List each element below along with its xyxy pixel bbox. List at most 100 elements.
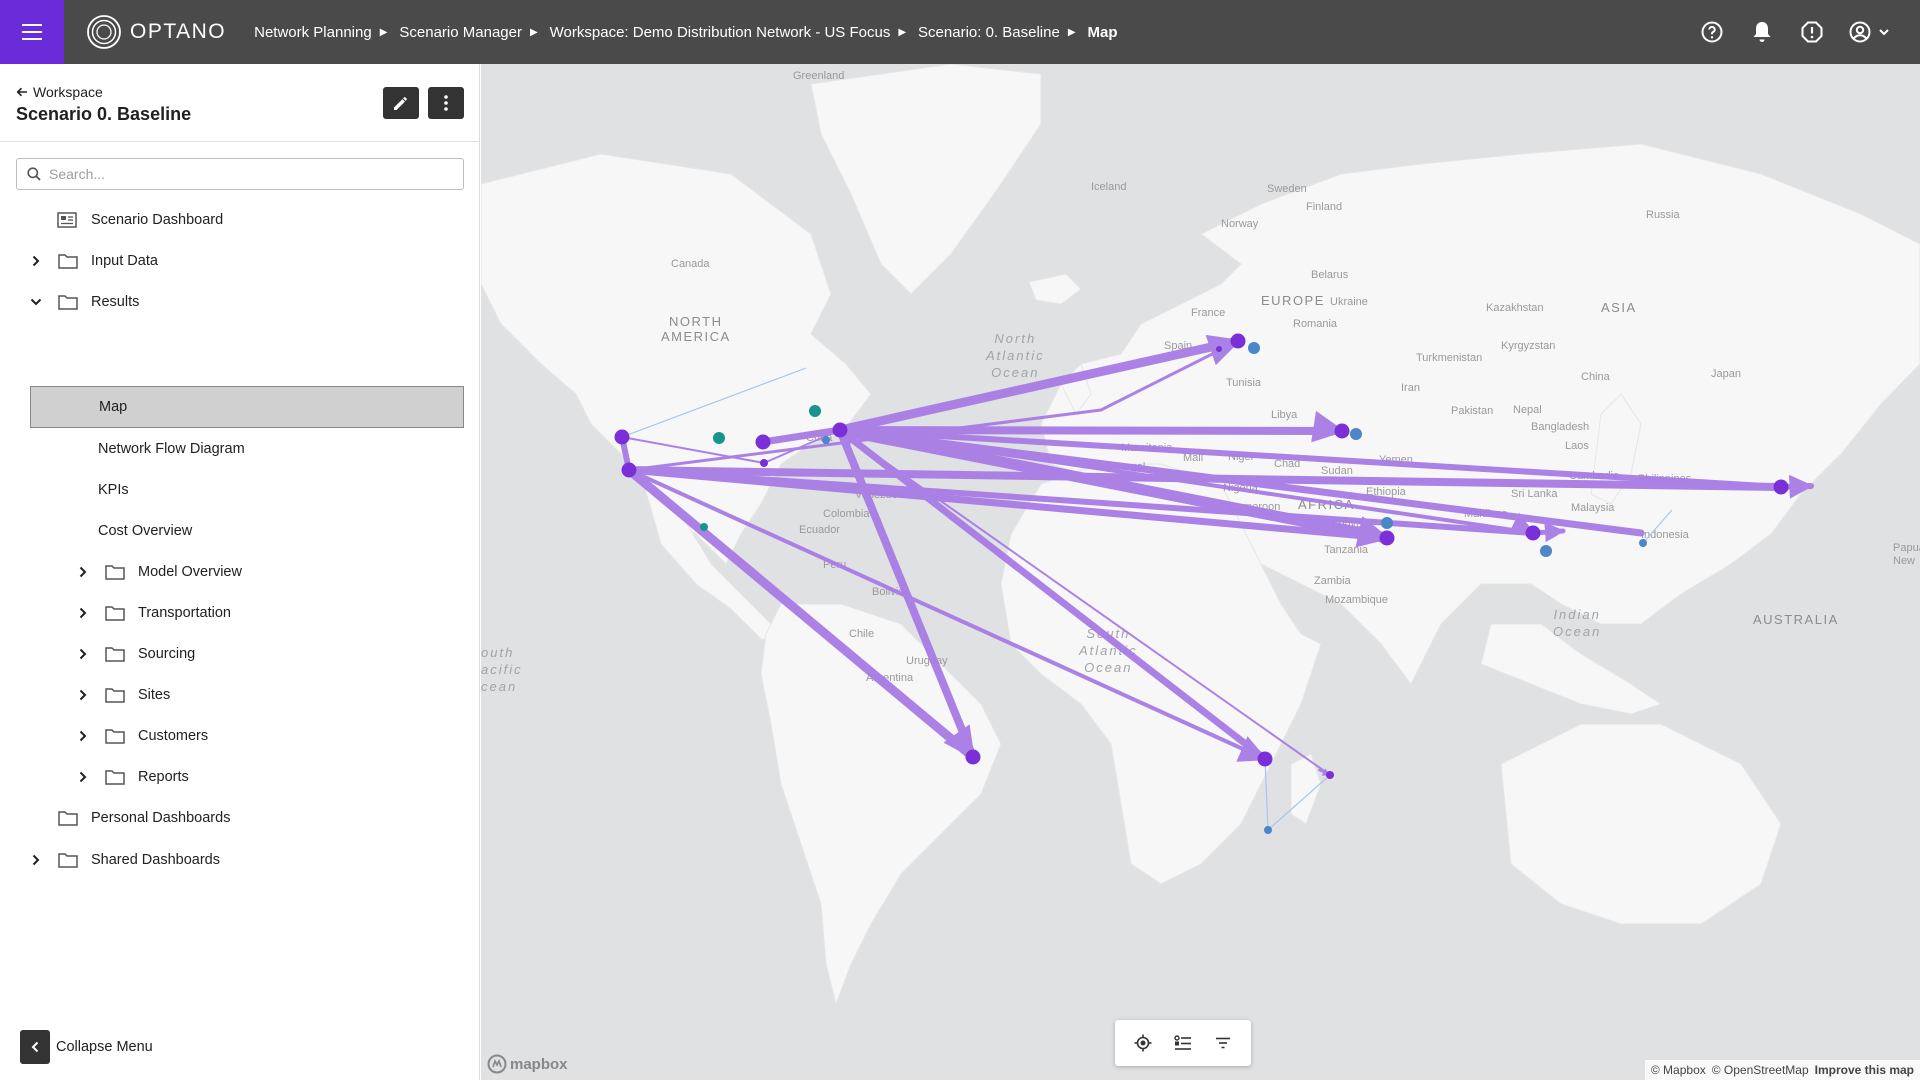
flow-line[interactable] — [1267, 774, 1331, 831]
tree-item-transportation[interactable]: Transportation — [76, 593, 231, 633]
folder-icon — [104, 604, 126, 622]
breadcrumb-separator-icon: ▶ — [529, 26, 538, 38]
bell-icon[interactable] — [1748, 18, 1776, 46]
tree-item-results[interactable]: Results — [29, 282, 139, 322]
warehouse-marker[interactable] — [1350, 428, 1362, 440]
map-toolbar — [1115, 1020, 1251, 1066]
edit-button[interactable] — [383, 87, 419, 119]
plant-marker[interactable] — [1326, 771, 1334, 779]
chevron-right-icon[interactable] — [76, 606, 90, 620]
folder-icon — [57, 252, 79, 270]
flow-line[interactable] — [621, 436, 765, 464]
tree-item-sites[interactable]: Sites — [76, 675, 170, 715]
breadcrumb-scenario[interactable]: Scenario: 0. Baseline — [918, 24, 1060, 41]
warehouse-marker[interactable] — [822, 436, 830, 444]
attribution-mapbox-link[interactable]: © Mapbox — [1651, 1063, 1706, 1077]
folder-icon — [104, 563, 126, 581]
search-field[interactable] — [16, 158, 464, 190]
collapse-menu-button[interactable]: Collapse Menu — [20, 1030, 153, 1064]
supplier-marker[interactable] — [713, 432, 725, 444]
chevron-right-icon[interactable] — [76, 647, 90, 661]
tree-item-shared-dashboards[interactable]: Shared Dashboards — [29, 840, 220, 880]
tree-item-scenario-dashboard[interactable]: Scenario Dashboard — [56, 200, 223, 240]
locate-icon[interactable] — [1129, 1029, 1157, 1057]
plant-marker[interactable] — [1216, 346, 1222, 352]
back-label: Workspace — [33, 84, 103, 100]
map-canvas[interactable]: Greenland Iceland Sweden Finland Norway … — [481, 64, 1920, 1080]
pencil-icon — [394, 97, 407, 110]
chevron-right-icon[interactable] — [76, 770, 90, 784]
warehouse-marker[interactable] — [1248, 342, 1260, 354]
chevron-right-icon[interactable] — [29, 853, 43, 867]
folder-icon — [104, 768, 126, 786]
chevron-right-icon[interactable] — [76, 688, 90, 702]
tree-item-customers[interactable]: Customers — [76, 716, 208, 756]
warehouse-marker[interactable] — [1264, 826, 1272, 834]
attribution-osm-link[interactable]: © OpenStreetMap — [1712, 1063, 1809, 1077]
plant-marker[interactable] — [1230, 333, 1246, 349]
tree-item-map[interactable]: Map — [30, 386, 464, 428]
tree-item-label: Results — [91, 294, 140, 310]
alert-icon[interactable] — [1798, 18, 1826, 46]
more-options-button[interactable] — [428, 87, 464, 119]
flow-network-overlay — [614, 333, 1814, 834]
filter-icon[interactable] — [1209, 1029, 1237, 1057]
folder-icon — [104, 727, 126, 745]
tree-item-input-data[interactable]: Input Data — [29, 241, 158, 281]
tree-item-kpis[interactable]: KPIs — [98, 470, 129, 510]
search-input[interactable] — [49, 166, 449, 182]
folder-icon — [104, 686, 126, 704]
chevron-right-icon[interactable] — [76, 565, 90, 579]
tree-item-label: Transportation — [138, 605, 231, 621]
optano-logo[interactable]: OPTANO — [86, 14, 226, 50]
warehouse-marker[interactable] — [1639, 539, 1647, 547]
flow-line[interactable] — [1264, 758, 1269, 831]
flow-line[interactable] — [624, 465, 978, 762]
tree-item-personal-dashboards[interactable]: Personal Dashboards — [57, 798, 230, 838]
tree-item-label: Scenario Dashboard — [91, 212, 224, 228]
more-vert-icon — [444, 95, 448, 111]
tree-item-label: Input Data — [91, 253, 158, 269]
tree-item-label: Customers — [138, 728, 209, 744]
supplier-marker[interactable] — [700, 523, 708, 531]
menu-icon[interactable] — [0, 0, 64, 64]
supplier-marker[interactable] — [809, 405, 821, 417]
warehouse-marker[interactable] — [1540, 545, 1552, 557]
tree-item-network-flow-diagram[interactable]: Network Flow Diagram — [98, 429, 245, 469]
plant-marker[interactable] — [621, 462, 637, 478]
plant-marker[interactable] — [1257, 751, 1273, 767]
back-to-workspace-link[interactable]: Workspace — [16, 84, 103, 100]
map-attribution: © Mapbox © OpenStreetMap Improve this ma… — [1644, 1060, 1920, 1080]
account-icon[interactable] — [1848, 18, 1892, 46]
breadcrumb-workspace[interactable]: Workspace: Demo Distribution Network - U… — [550, 24, 891, 41]
plant-marker[interactable] — [1379, 530, 1395, 546]
warehouse-marker[interactable] — [1381, 517, 1393, 529]
plant-marker[interactable] — [965, 749, 981, 765]
tree-item-sourcing[interactable]: Sourcing — [76, 634, 195, 674]
plant-marker[interactable] — [1525, 525, 1541, 541]
plant-marker[interactable] — [614, 429, 630, 445]
plant-marker[interactable] — [760, 459, 768, 467]
top-bar: OPTANO Network Planning ▶ Scenario Manag… — [0, 0, 1920, 64]
improve-map-link[interactable]: Improve this map — [1815, 1063, 1914, 1077]
tree-item-cost-overview[interactable]: Cost Overview — [98, 511, 192, 551]
flow-line[interactable] — [836, 426, 1346, 435]
tree-item-reports[interactable]: Reports — [76, 757, 189, 797]
breadcrumb-network-planning[interactable]: Network Planning — [254, 24, 372, 41]
flow-line[interactable] — [1642, 509, 1673, 544]
tree-item-model-overview[interactable]: Model Overview — [76, 552, 242, 592]
folder-icon — [57, 809, 79, 827]
flow-line[interactable] — [621, 367, 807, 438]
plant-marker[interactable] — [1334, 423, 1350, 439]
mapbox-logo[interactable]: mapbox — [487, 1054, 568, 1074]
chevron-down-icon[interactable] — [29, 295, 43, 309]
chevron-right-icon[interactable] — [29, 254, 43, 268]
chevron-right-icon[interactable] — [76, 729, 90, 743]
breadcrumb-scenario-manager[interactable]: Scenario Manager — [399, 24, 522, 41]
help-icon[interactable] — [1698, 18, 1726, 46]
plant-marker[interactable] — [1773, 479, 1789, 495]
plant-marker[interactable] — [755, 434, 771, 450]
plant-marker[interactable] — [832, 422, 848, 438]
legend-icon[interactable] — [1169, 1029, 1197, 1057]
mapbox-logo-text: mapbox — [510, 1055, 568, 1073]
